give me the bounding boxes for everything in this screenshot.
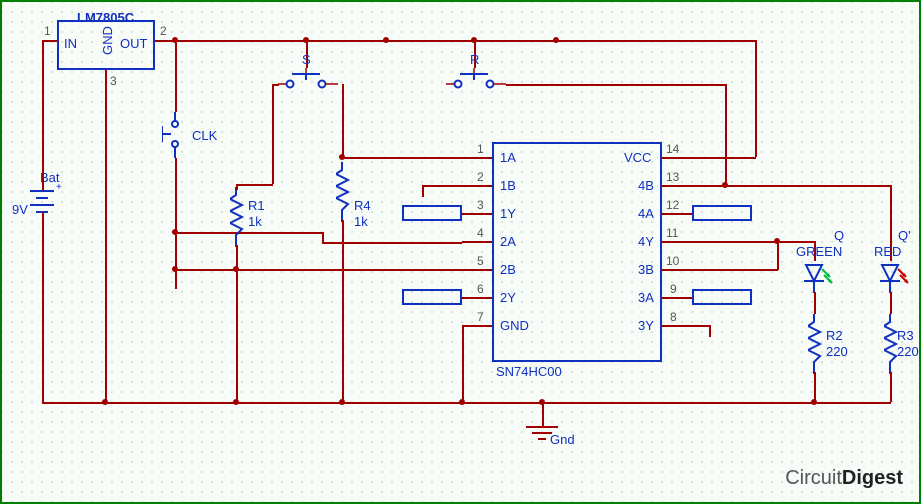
ic-pin5-name: 2B — [500, 262, 516, 277]
r3-name: R3 — [897, 328, 914, 343]
r3-value: 220 — [897, 344, 919, 359]
led-q-color: GREEN — [796, 244, 842, 259]
brand-part2: Digest — [842, 467, 903, 489]
schematic-canvas: LM7805C IN GND OUT 1 2 3 Bat 9V + — [0, 0, 921, 504]
brand-part1: Circuit — [785, 467, 842, 489]
regulator-pin3-num: 3 — [110, 74, 117, 88]
ic-pin7-num: 7 — [477, 310, 484, 324]
ic-pin14-num: 14 — [666, 142, 679, 156]
regulator-pin-out: OUT — [120, 36, 147, 51]
regulator-pin2-num: 2 — [160, 24, 167, 38]
r1-resistor — [230, 187, 244, 252]
ic-pin10-name: 3B — [638, 262, 654, 277]
r4-name: R4 — [354, 198, 371, 213]
r1-value: 1k — [248, 214, 262, 229]
ic-pin13-num: 13 — [666, 170, 679, 184]
ic-pin3-name: 1Y — [500, 206, 516, 221]
regulator-pin-in: IN — [64, 36, 77, 51]
s-label: S — [302, 52, 311, 67]
led-qp-color: RED — [874, 244, 901, 259]
ic-pin7-name: GND — [500, 318, 529, 333]
led-qp — [876, 261, 912, 302]
r-switch — [446, 68, 506, 99]
ic-pin9-name: 3A — [638, 290, 654, 305]
clk-label: CLK — [192, 128, 217, 143]
regulator-pin1-num: 1 — [44, 24, 51, 38]
nc-pin3 — [402, 205, 462, 221]
ground-label: Gnd — [550, 432, 575, 447]
ic-pin3-num: 3 — [477, 198, 484, 212]
r-label: R — [470, 52, 479, 67]
ic-pin5-num: 5 — [477, 254, 484, 268]
ic-pin8-name: 3Y — [638, 318, 654, 333]
ic-pin11-name: 4Y — [638, 234, 654, 249]
ic-pin11-num: 11 — [666, 226, 678, 240]
ic-pin8-num: 8 — [670, 310, 677, 324]
regulator-part: LM7805C — [77, 10, 134, 25]
ic-part: SN74HC00 — [496, 364, 562, 379]
ic-pin6-num: 6 — [477, 282, 484, 296]
ic-pin1-num: 1 — [477, 142, 484, 156]
r4-value: 1k — [354, 214, 368, 229]
ic-pin10-num: 10 — [666, 254, 679, 268]
r3-resistor — [884, 314, 898, 379]
ic-pin2-num: 2 — [477, 170, 484, 184]
ic-pin1-name: 1A — [500, 150, 516, 165]
ic-pin2-name: 1B — [500, 178, 516, 193]
r1-name: R1 — [248, 198, 265, 213]
r2-value: 220 — [826, 344, 848, 359]
led-q-name: Q — [834, 228, 844, 243]
led-qp-name: Q' — [898, 228, 911, 243]
ic-pin6-name: 2Y — [500, 290, 516, 305]
ic-pin13-name: 4B — [638, 178, 654, 193]
ic-pin9-num: 9 — [670, 282, 677, 296]
r2-resistor — [808, 314, 822, 379]
nc-pin9 — [692, 289, 752, 305]
ic-pin4-name: 2A — [500, 234, 516, 249]
regulator-pin-gnd: GND — [100, 26, 115, 55]
r2-name: R2 — [826, 328, 843, 343]
s-switch — [278, 68, 338, 99]
nc-pin12 — [692, 205, 752, 221]
led-q — [800, 261, 836, 302]
nc-pin6 — [402, 289, 462, 305]
battery-value: 9V — [12, 202, 28, 217]
brand-logo: CircuitDigest — [785, 467, 903, 490]
ic-pin14-name: VCC — [624, 150, 651, 165]
clk-switch — [162, 112, 192, 163]
ic-pin4-num: 4 — [477, 226, 484, 240]
ic-pin12-num: 12 — [666, 198, 679, 212]
r4-resistor — [336, 162, 350, 227]
ic-pin12-name: 4A — [638, 206, 654, 221]
